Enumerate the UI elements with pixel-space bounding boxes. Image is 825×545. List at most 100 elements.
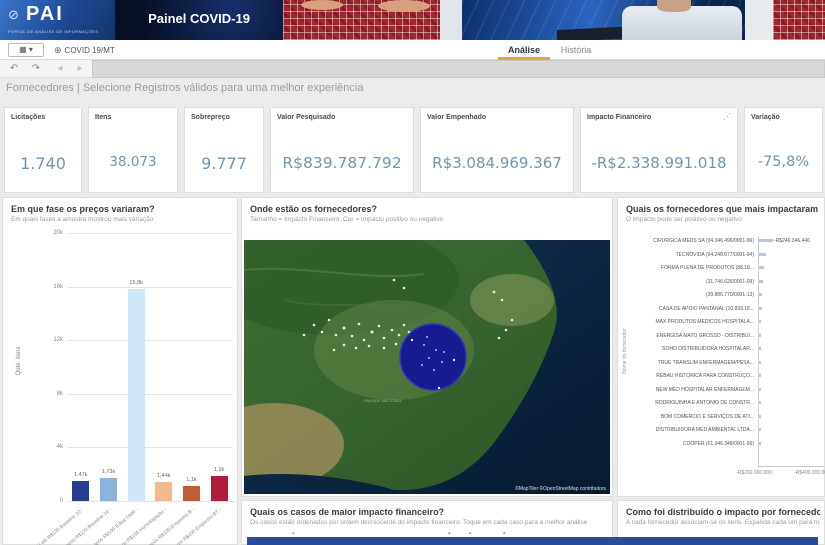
step-back-icon[interactable]: ↶ bbox=[6, 62, 22, 76]
phase-bar-2[interactable] bbox=[100, 477, 117, 501]
brazil-satellite-map[interactable]: PARQUE NACIONAL ©MapTiler ©OpenStreetMap… bbox=[244, 240, 610, 494]
suppliers-map-panel: Onde estão os fornecedores? Tamanho = Im… bbox=[241, 197, 613, 497]
supplier-name[interactable]: SOHO DISTRIBUIDORA HOSPITALAR... bbox=[622, 346, 754, 352]
painel-covid-dashboard: ⊘ PAI PORTAL DE ANÁLISE DE INFORMAÇÕES P… bbox=[0, 0, 825, 545]
phase-bar-3[interactable] bbox=[127, 289, 145, 501]
supplier-name[interactable]: CASA DE APOIO PANTANAL (10.893.18... bbox=[622, 306, 754, 312]
supplier-name[interactable]: CIRÚRGICA MEDS SA (04.346.496/0001-96) bbox=[622, 238, 754, 244]
phase-bar-4[interactable] bbox=[155, 481, 173, 501]
sheet-menu-button[interactable]: ▦ ▾ bbox=[8, 43, 44, 57]
gridline bbox=[67, 286, 233, 288]
supplier-impact-bar[interactable] bbox=[759, 306, 762, 310]
app-name: COVID 19/MT bbox=[64, 46, 115, 55]
supplier-impact-bar[interactable] bbox=[759, 333, 761, 337]
kpi-value: R$839.787.792 bbox=[282, 154, 402, 172]
banner-photo-tech-background bbox=[462, 0, 745, 40]
supplier-name[interactable]: REBAU HISTÓRICA PARA CONSTRUÇÕ... bbox=[622, 373, 754, 379]
supplier-impact-bar[interactable] bbox=[759, 401, 761, 404]
supplier-impact-bar[interactable] bbox=[759, 428, 761, 431]
y-axis-tick: 20k bbox=[53, 230, 63, 236]
bar-value-label: 1,47k bbox=[74, 472, 88, 479]
supplier-impact-bar[interactable] bbox=[759, 266, 765, 269]
banner-photo-right bbox=[745, 0, 825, 40]
supplier-name[interactable]: (31.746.626/0001-09) bbox=[622, 279, 754, 285]
step-forward-icon[interactable]: ↷ bbox=[28, 62, 44, 76]
next-selection-icon[interactable]: ▸ bbox=[72, 62, 88, 76]
suppliers-xtick: -R$200.000.000 bbox=[736, 470, 772, 476]
supplier-impact-bar[interactable] bbox=[759, 387, 761, 391]
gridline bbox=[67, 340, 233, 342]
kpi-value: R$3.084.969.367 bbox=[432, 154, 562, 172]
banner-photo-plaid-arm bbox=[773, 0, 825, 40]
supplier-name[interactable]: FORMA PLENA DE PRODUTOS (88.18... bbox=[622, 265, 754, 271]
app-chip[interactable]: ⊕ COVID 19/MT bbox=[54, 43, 115, 57]
supplier-impact-bar[interactable] bbox=[759, 293, 763, 296]
map-attribution: ©MapTiler ©OpenStreetMap contributors bbox=[515, 485, 606, 492]
tab-analise[interactable]: Análise bbox=[496, 42, 552, 58]
sort-caret-icon[interactable]: ▴ bbox=[469, 530, 472, 536]
kpi-value: -75,8% bbox=[757, 154, 810, 170]
y-axis-tick: 4k bbox=[56, 444, 63, 451]
app-icon: ⊕ bbox=[54, 45, 62, 55]
tab-historia[interactable]: História bbox=[550, 42, 602, 58]
supplier-impact-bar[interactable] bbox=[759, 239, 773, 242]
sort-caret-icon[interactable]: ▴ bbox=[503, 530, 506, 536]
map-bubble-cluster[interactable] bbox=[399, 323, 467, 391]
kpi-card-sobrepre-o[interactable]: Sobrepreço 9.777 bbox=[184, 107, 264, 193]
banner-title: Painel COVID-19 bbox=[148, 11, 250, 26]
kpi-card-licita-es[interactable]: Licitações 1.740 bbox=[4, 107, 82, 193]
y-axis-tick: 0 bbox=[59, 498, 63, 504]
supplier-impact-bar[interactable] bbox=[759, 414, 761, 418]
supplier-name[interactable]: TECNOVIDA (94.248.677/0001-94) bbox=[622, 252, 754, 258]
supplier-first-value-label: -R$246.346.446 bbox=[774, 238, 810, 244]
map-subtitle: Tamanho = Impacto Financeiro; Cor = Impa… bbox=[250, 216, 444, 223]
suppliers-vertical-axis bbox=[758, 236, 759, 466]
supplier-name[interactable]: RODRIGUINHA E ANTONIO DE CONSTR... bbox=[622, 400, 754, 406]
current-selections-area[interactable] bbox=[92, 60, 825, 78]
supplier-name[interactable]: (39.886.770/0001-13) bbox=[622, 292, 754, 298]
supplier-impact-bar[interactable] bbox=[759, 360, 761, 364]
phase-bar-5[interactable] bbox=[183, 486, 200, 501]
sort-caret-icon[interactable]: ▴ bbox=[292, 530, 295, 536]
supplier-impact-bar[interactable] bbox=[759, 252, 766, 256]
kpi-card-impacto-financeiro[interactable]: Impacto Financeiro -R$2.338.991.018 ⋰ bbox=[580, 107, 738, 193]
phase-chart-ylabel: Qtde. itens bbox=[16, 346, 22, 376]
header-banner: ⊘ PAI PORTAL DE ANÁLISE DE INFORMAÇÕES P… bbox=[0, 0, 825, 40]
supplier-name[interactable]: NEW MED HOSPITALAR ENFERMAGEM... bbox=[622, 387, 754, 393]
previous-selection-icon[interactable]: ◂ bbox=[52, 62, 68, 76]
map-title: Onde estão os fornecedores? bbox=[250, 204, 378, 214]
supplier-name[interactable]: TRUE TRANSLIM ENFERMAGEM/PESA... bbox=[622, 360, 754, 366]
banner-photo-hands bbox=[301, 0, 343, 10]
banner-title-area: Painel COVID-19 bbox=[115, 0, 283, 40]
kpi-card-valor-empenhado[interactable]: Valor Empenhado R$3.084.969.367 bbox=[420, 107, 574, 193]
supplier-impact-bar[interactable] bbox=[759, 441, 761, 445]
table-header-strip[interactable] bbox=[247, 537, 818, 545]
suppliers-title: Quais os fornecedores que mais impactara… bbox=[626, 204, 820, 214]
cases-title: Quais os casos de maior impacto financei… bbox=[250, 507, 445, 517]
kpi-value: 1.740 bbox=[20, 154, 66, 173]
kpi-card-itens[interactable]: Itens 38.073 bbox=[88, 107, 178, 193]
kpi-card-varia-o[interactable]: Variação -75,8% bbox=[744, 107, 823, 193]
supplier-name[interactable]: DISTRIBUIDORA MED AMBIENTAL LTDA... bbox=[622, 427, 754, 433]
supplier-impact-bar[interactable] bbox=[759, 374, 761, 377]
chevron-down-icon: ▾ bbox=[28, 45, 33, 54]
supplier-name[interactable]: COOPER (61.346.348/0001-96) bbox=[622, 441, 754, 447]
supplier-impact-bar[interactable] bbox=[759, 347, 761, 350]
banner-photo-person-plaid bbox=[283, 0, 455, 40]
bar-value-label: 1,1k bbox=[186, 477, 197, 484]
phase-chart-title: Em que fase os preços variaram? bbox=[11, 204, 155, 214]
pai-logo[interactable]: ⊘ PAI PORTAL DE ANÁLISE DE INFORMAÇÕES bbox=[0, 0, 115, 40]
phase-bar-6[interactable] bbox=[210, 475, 228, 501]
kpi-label: Sobrepreço bbox=[191, 114, 230, 121]
supplier-impact-bar[interactable] bbox=[759, 320, 762, 323]
sort-caret-icon[interactable]: ▴ bbox=[448, 530, 451, 536]
grid-icon: ▦ bbox=[19, 45, 27, 54]
supplier-name[interactable]: BOM COMÉRCIO E SERVIÇOS DE ATI... bbox=[622, 414, 754, 420]
phase-bar-1[interactable] bbox=[72, 481, 90, 501]
explore-icon[interactable]: ⋰ bbox=[723, 112, 731, 121]
supplier-name[interactable]: MAX PRODUTOS MÉDICOS HOSPITALA... bbox=[622, 319, 754, 325]
supplier-impact-bar[interactable] bbox=[759, 279, 764, 283]
kpi-card-valor-pesquisado[interactable]: Valor Pesquisado R$839.787.792 bbox=[270, 107, 414, 193]
kpi-label: Impacto Financeiro bbox=[587, 114, 652, 121]
supplier-name[interactable]: ENERGISA MATO GROSSO - DISTRIBUI... bbox=[622, 333, 754, 339]
